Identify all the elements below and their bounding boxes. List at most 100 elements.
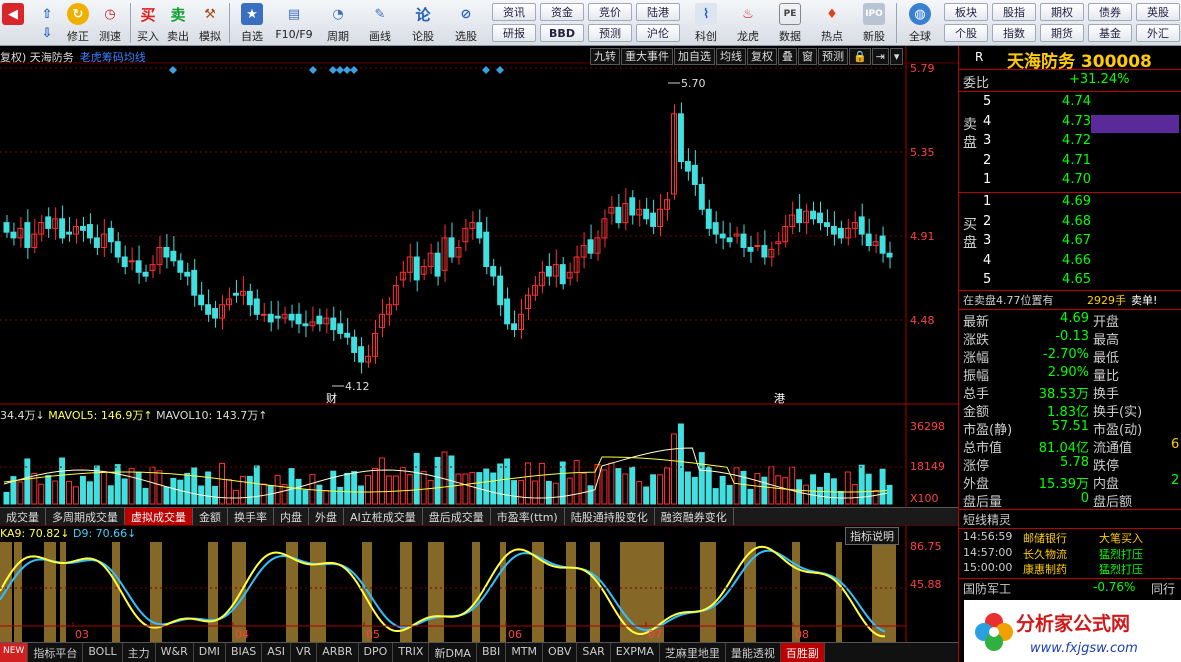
- panel-tab-4[interactable]: 换手率: [228, 508, 274, 525]
- menu-index-futures[interactable]: 股指: [992, 3, 1036, 21]
- indicator-tab-9[interactable]: DPO: [359, 643, 394, 662]
- menu-stock[interactable]: 个股: [944, 24, 988, 42]
- indicator-tab-10[interactable]: TRIX: [393, 643, 430, 662]
- kline-chart[interactable]: 5.79 5.35 4.91 4.48 5.70 4.12 财 港 36298 18149 X100…: [0, 46, 958, 662]
- feed-item-0[interactable]: 14:56:59 邮储银行 大笔买入: [959, 530, 1181, 545]
- period-button[interactable]: ◔ 周期: [320, 2, 356, 44]
- period-icon: ◔: [332, 6, 344, 22]
- f10-button[interactable]: ▤ F10/F9: [272, 2, 316, 44]
- indicator-tab-5[interactable]: BIAS: [226, 643, 263, 662]
- menu-shanghai-london[interactable]: 沪伦: [636, 24, 680, 42]
- indicator-tab-4[interactable]: DMI: [194, 643, 226, 662]
- chart-area[interactable]: 5.79 5.35 4.91 4.48 5.70 4.12 财 港 36298 18149 X100…: [0, 46, 958, 662]
- menu-uk-stocks[interactable]: 英股: [1136, 3, 1180, 21]
- menu-hk-connect[interactable]: 陆港: [636, 3, 680, 21]
- down-button[interactable]: ⇩: [36, 24, 58, 42]
- sell-level-2[interactable]: 3 4.72: [959, 133, 1181, 151]
- indicator-tab-0[interactable]: 指标平台: [28, 643, 84, 662]
- menu-auction[interactable]: 竞价: [588, 3, 632, 21]
- panel-tab-1[interactable]: 多周期成交量: [46, 508, 125, 525]
- indicator-tab-18[interactable]: 量能透视: [726, 643, 781, 662]
- indicator-tab-3[interactable]: W&R: [156, 643, 194, 662]
- panel-tab-0[interactable]: 成交量: [0, 508, 46, 525]
- ipo-button[interactable]: IPO 新股: [856, 2, 892, 44]
- menu-index[interactable]: 指数: [992, 24, 1036, 42]
- sell-level-4[interactable]: 1 4.70: [959, 172, 1181, 190]
- buy-level-4[interactable]: 5 4.65: [959, 272, 1181, 290]
- global-button[interactable]: ◍ 全球: [900, 2, 940, 44]
- panel-tab-7[interactable]: AI立桩成交量: [344, 508, 423, 525]
- indicator-tab-6[interactable]: ASI: [262, 643, 292, 662]
- chart-btn-overlay[interactable]: 叠: [778, 48, 797, 65]
- indicator-tab-7[interactable]: VR: [291, 643, 318, 662]
- chart-btn-forecast[interactable]: 预测: [818, 48, 848, 65]
- menu-bbd[interactable]: BBD: [540, 24, 584, 42]
- menu-futures[interactable]: 期货: [1040, 24, 1084, 42]
- lock-icon[interactable]: 🔒: [849, 48, 871, 65]
- menu-news[interactable]: 资讯: [492, 3, 536, 21]
- dragon-tiger-button[interactable]: ♨ 龙虎: [730, 2, 766, 44]
- menu-forecast[interactable]: 预测: [588, 24, 632, 42]
- panel-tab-8[interactable]: 盘后成交量: [423, 508, 491, 525]
- draw-line-button[interactable]: ✎ 画线: [362, 2, 398, 44]
- sell-level-0[interactable]: 5 4.74: [959, 94, 1181, 112]
- jingling-header[interactable]: 短线精灵: [959, 511, 1181, 529]
- buy-level-2[interactable]: 3 4.67: [959, 233, 1181, 251]
- star-market-button[interactable]: ⌇ 科创: [688, 2, 724, 44]
- feed-item-2[interactable]: 15:00:00 康惠制药 猛烈打压: [959, 561, 1181, 576]
- indicator-tab-11[interactable]: 新DMA: [429, 643, 477, 662]
- panel-tab-3[interactable]: 金额: [193, 508, 228, 525]
- chart-btn-add-watch[interactable]: 加自选: [674, 48, 715, 65]
- indicator-tab-1[interactable]: BOLL: [83, 643, 123, 662]
- dropdown-icon[interactable]: ▾: [889, 48, 904, 65]
- fix-button[interactable]: ↻ 修正: [64, 2, 92, 44]
- indicator-tab-14[interactable]: OBV: [543, 643, 578, 662]
- indicator-tab-19[interactable]: 百胜副: [780, 643, 825, 662]
- hotspot-button[interactable]: ♦ 热点: [814, 2, 850, 44]
- menu-options[interactable]: 期权: [1040, 3, 1084, 21]
- indicator-tab-8[interactable]: ARBR: [317, 643, 359, 662]
- chart-btn-events[interactable]: 重大事件: [621, 48, 673, 65]
- data-button[interactable]: PE 数据: [772, 2, 808, 44]
- watchlist-button[interactable]: ★ 自选: [234, 2, 270, 44]
- panel-tab-2[interactable]: 虚拟成交量: [125, 508, 193, 525]
- menu-bonds[interactable]: 债券: [1088, 3, 1132, 21]
- forum-button[interactable]: 论论股: [408, 2, 438, 44]
- panel-tab-6[interactable]: 外盘: [309, 508, 344, 525]
- speed-test-button[interactable]: ◷ 测速: [96, 2, 124, 44]
- indicator-tab-13[interactable]: MTM: [506, 643, 544, 662]
- indicator-link[interactable]: 老虎筹码均线: [80, 51, 146, 64]
- menu-fund[interactable]: 基金: [1088, 24, 1132, 42]
- stock-picker-button[interactable]: ⊘ 选股: [446, 2, 486, 44]
- chart-btn-window[interactable]: 窗: [798, 48, 817, 65]
- buy-button[interactable]: 买买入: [135, 2, 161, 44]
- back-button[interactable]: ◀: [2, 2, 24, 44]
- indicator-tab-15[interactable]: SAR: [577, 643, 611, 662]
- indicator-tab-16[interactable]: EXPMA: [611, 643, 660, 662]
- buy-level-1[interactable]: 2 4.68: [959, 214, 1181, 232]
- chart-btn-adjust[interactable]: 复权: [747, 48, 777, 65]
- chart-btn-ma[interactable]: 均线: [716, 48, 746, 65]
- menu-forex[interactable]: 外汇: [1136, 24, 1180, 42]
- expand-icon[interactable]: ⇥: [871, 48, 889, 65]
- sector-row[interactable]: 国防军工 -0.76% 同行: [959, 580, 1181, 598]
- buy-level-0[interactable]: 1 4.69: [959, 194, 1181, 212]
- panel-tab-5[interactable]: 内盘: [274, 508, 309, 525]
- menu-sector[interactable]: 板块: [944, 3, 988, 21]
- feed-item-1[interactable]: 14:57:00 长久物流 猛烈打压: [959, 546, 1181, 561]
- sell-button[interactable]: 卖卖出: [165, 2, 191, 44]
- indicator-tab-2[interactable]: 主力: [123, 643, 156, 662]
- simulate-button[interactable]: ⚒ 模拟: [196, 2, 224, 44]
- chart-btn-jiuzhuan[interactable]: 九转: [590, 48, 620, 65]
- sell-level-3[interactable]: 2 4.71: [959, 153, 1181, 171]
- panel-tab-9[interactable]: 市盈率(ttm): [491, 508, 565, 525]
- panel-tab-10[interactable]: 陆股通持股变化: [565, 508, 655, 525]
- vol-bar-71: [497, 463, 504, 505]
- buy-level-3[interactable]: 4 4.66: [959, 253, 1181, 271]
- menu-funds[interactable]: 资金: [540, 3, 584, 21]
- panel-tab-11[interactable]: 融资融券变化: [655, 508, 734, 525]
- indicator-help-button[interactable]: 指标说明: [845, 527, 899, 545]
- indicator-tab-12[interactable]: BBI: [477, 643, 507, 662]
- menu-research[interactable]: 研报: [492, 24, 536, 42]
- indicator-tab-17[interactable]: 芝麻里地里: [660, 643, 726, 662]
